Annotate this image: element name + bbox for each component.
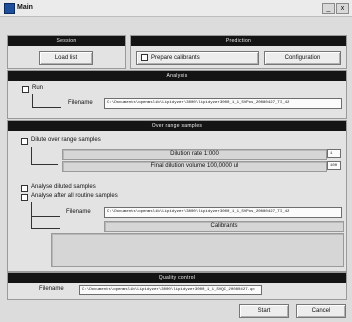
analysis-panel: Analysis Run Filename C:\Documents\openm… xyxy=(7,70,347,119)
quality-filename-label: Filename xyxy=(39,286,64,292)
run-checkbox[interactable] xyxy=(22,86,29,93)
analyse-diluted-checkbox[interactable] xyxy=(21,185,28,192)
tree-connector xyxy=(31,147,58,165)
tree-connector xyxy=(31,216,60,229)
quality-filename-input[interactable]: C:\Documents\openmslib\Lipidyzer\3000\li… xyxy=(79,285,262,295)
over-range-filename-label: Filename xyxy=(66,209,91,215)
dilute-over-range-label: Dilute over range samples xyxy=(31,137,101,143)
section-header-session: Session xyxy=(8,36,125,46)
tree-connector xyxy=(32,94,61,108)
calibrants-label: Calibrants xyxy=(104,221,344,232)
calibrants-area xyxy=(51,233,344,267)
prepare-calibrants-checkbox[interactable] xyxy=(141,54,148,61)
window-title: Main xyxy=(17,4,33,11)
tree-connector xyxy=(31,202,60,217)
final-volume-label: Final dilution volume 100,0000 ul xyxy=(62,161,327,172)
final-volume-input[interactable]: 100 xyxy=(327,161,341,170)
over-range-panel: Over range samples Dilute over range sam… xyxy=(7,120,347,272)
cancel-button[interactable]: Cancel xyxy=(296,304,346,318)
section-header-analysis: Analysis xyxy=(8,71,346,81)
analyse-after-routine-label: Analyse after all routine samples xyxy=(31,193,118,199)
analyse-diluted-label: Analyse diluted samples xyxy=(31,184,96,190)
section-header-quality-control: Quality control xyxy=(8,273,346,283)
title-bar: Main _ x xyxy=(0,0,352,17)
load-list-button[interactable]: Load list xyxy=(39,51,93,65)
prepare-calibrants-toggle[interactable]: Prepare calibrants xyxy=(136,51,259,65)
dilution-rate-label: Dilution rate 1:000 xyxy=(62,149,327,160)
app-icon xyxy=(4,3,15,14)
prepare-calibrants-label: Prepare calibrants xyxy=(151,55,200,61)
session-panel: Session Load list xyxy=(7,35,126,69)
run-label: Run xyxy=(32,85,44,91)
analysis-filename-label: Filename xyxy=(68,100,93,106)
analyse-after-routine-checkbox[interactable] xyxy=(21,194,28,201)
section-header-prediction: Prediction xyxy=(131,36,346,46)
dilution-rate-input[interactable]: 1 xyxy=(327,149,341,158)
configuration-button[interactable]: Configuration xyxy=(264,51,341,65)
minimize-button[interactable]: _ xyxy=(322,3,335,14)
close-button[interactable]: x xyxy=(336,3,349,14)
dilute-over-range-checkbox[interactable] xyxy=(21,138,28,145)
prediction-panel: Prediction Prepare calibrants Configurat… xyxy=(130,35,347,69)
quality-control-panel: Quality control Filename C:\Documents\op… xyxy=(7,272,347,300)
section-header-over-range: Over range samples xyxy=(8,121,346,131)
start-button[interactable]: Start xyxy=(239,304,289,318)
analysis-filename-input[interactable]: C:\Documents\openmslib\Lipidyzer\3000\li… xyxy=(104,98,342,109)
over-range-filename-input[interactable]: C:\Documents\openmslib\Lipidyzer\3000\li… xyxy=(104,207,342,218)
